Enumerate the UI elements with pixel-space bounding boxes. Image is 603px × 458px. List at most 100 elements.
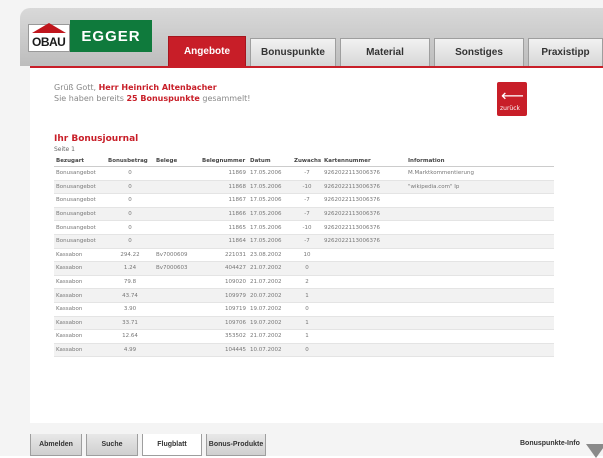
tab-flugblatt[interactable]: Flugblatt bbox=[142, 434, 202, 456]
table-cell: 11865 bbox=[200, 220, 248, 235]
table-cell: 33.71 bbox=[106, 316, 154, 331]
egger-logo: EGGER bbox=[70, 20, 152, 52]
table-cell: 19.07.2002 bbox=[248, 316, 292, 331]
obau-logo-text: OBAU bbox=[32, 35, 66, 49]
user-name: Herr Heinrich Altenbacher bbox=[98, 83, 217, 92]
table-cell: -10 bbox=[292, 180, 322, 195]
table-cell: 21.07.2002 bbox=[248, 329, 292, 344]
bonus-info-link[interactable]: Bonuspunkte-Info bbox=[520, 440, 580, 447]
col-header: Zuwachs bbox=[292, 156, 322, 167]
table-cell bbox=[322, 288, 406, 303]
table-cell: 17.05.2006 bbox=[248, 207, 292, 222]
table-cell: 9262022113006376 bbox=[322, 193, 406, 208]
table-cell bbox=[154, 234, 200, 249]
table-row: Bonusangebot 0 11866 17.05.2006 -7 9262022113… bbox=[54, 207, 554, 222]
table-cell: 17.05.2006 bbox=[248, 180, 292, 195]
table-cell: 11867 bbox=[200, 193, 248, 208]
table-cell: Bonusangebot bbox=[54, 166, 106, 181]
tab-bonuspunkte[interactable]: Bonuspunkte bbox=[250, 38, 336, 66]
table-cell: 9262022113006376 bbox=[322, 207, 406, 222]
table-cell: 79.8 bbox=[106, 275, 154, 290]
table-cell: 9262022113006376 bbox=[322, 220, 406, 235]
table-row: Kassabon 294.22 Bv7000609 221031 23.08.2002 1… bbox=[54, 248, 554, 263]
table-cell bbox=[154, 166, 200, 181]
table-row: Bonusangebot 0 11867 17.05.2006 -7 9262022113… bbox=[54, 193, 554, 208]
table-cell: 23.08.2002 bbox=[248, 248, 292, 263]
greeting: Grüß Gott, Herr Heinrich Altenbacher Sie… bbox=[54, 82, 251, 104]
table-cell: 0 bbox=[106, 207, 154, 222]
table-cell bbox=[154, 207, 200, 222]
obau-logo: OBAU bbox=[28, 23, 70, 52]
table-cell: Bonusangebot bbox=[54, 220, 106, 235]
table-row: Bonusangebot 0 11869 17.05.2006 -7 9262022113… bbox=[54, 166, 554, 181]
table-cell: Bonusangebot bbox=[54, 207, 106, 222]
greeting-prefix: Grüß Gott, bbox=[54, 83, 99, 92]
table-cell bbox=[406, 302, 554, 317]
back-button[interactable]: ⟵ zurück bbox=[497, 82, 527, 116]
table-cell: 0 bbox=[106, 166, 154, 181]
table-cell bbox=[406, 193, 554, 208]
table-cell: 20.07.2002 bbox=[248, 288, 292, 303]
table-cell: Kassabon bbox=[54, 275, 106, 290]
content-panel: Grüß Gott, Herr Heinrich Altenbacher Sie… bbox=[30, 66, 603, 458]
table-cell: 0 bbox=[106, 220, 154, 235]
table-cell: 17.05.2006 bbox=[248, 220, 292, 235]
table-cell bbox=[322, 261, 406, 276]
table-row: Bonusangebot 0 11868 17.05.2006 -10 926202211… bbox=[54, 180, 554, 195]
table-cell: "wikipedia.com" Ip bbox=[406, 180, 554, 195]
brand-logo[interactable]: OBAU EGGER bbox=[28, 20, 152, 52]
table-cell bbox=[322, 302, 406, 317]
table-cell bbox=[154, 275, 200, 290]
col-header: Bezugart bbox=[54, 156, 106, 167]
tab-angebote[interactable]: Angebote bbox=[168, 36, 246, 66]
table-cell: Bonusangebot bbox=[54, 180, 106, 195]
table-cell: 9262022113006376 bbox=[322, 234, 406, 249]
table-row: Kassabon 79.8 109020 21.07.2002 2 bbox=[54, 275, 554, 290]
table-cell: 11869 bbox=[200, 166, 248, 181]
col-header: Bonusbetrag bbox=[106, 156, 154, 167]
table-cell: -7 bbox=[292, 166, 322, 181]
bonus-journal-table: Bezugart Bonusbetrag Belege Belegnummer … bbox=[54, 156, 554, 358]
table-cell: Kassabon bbox=[54, 261, 106, 276]
tab-praxistipp[interactable]: Praxistipp bbox=[528, 38, 603, 66]
points-total: 25 Bonuspunkte bbox=[126, 94, 200, 103]
tab-bonus-produkte[interactable]: Bonus-Produkte bbox=[206, 434, 266, 456]
table-cell bbox=[322, 316, 406, 331]
table-cell: 17.05.2006 bbox=[248, 234, 292, 249]
table-cell bbox=[406, 261, 554, 276]
table-cell: 353502 bbox=[200, 329, 248, 344]
tab-suche[interactable]: Suche bbox=[86, 434, 138, 456]
table-cell: Bv7000603 bbox=[154, 261, 200, 276]
col-header: Belegnummer bbox=[200, 156, 248, 167]
table-row: Kassabon 12.64 353502 21.07.2002 1 bbox=[54, 329, 554, 344]
table-cell: 11866 bbox=[200, 207, 248, 222]
table-cell: 2 bbox=[292, 275, 322, 290]
table-cell: 104445 bbox=[200, 343, 248, 358]
table-cell: M.Marktkommentierung bbox=[406, 166, 554, 181]
table-cell bbox=[154, 329, 200, 344]
table-cell bbox=[406, 316, 554, 331]
table-cell: 109719 bbox=[200, 302, 248, 317]
table-cell: 21.07.2002 bbox=[248, 261, 292, 276]
tab-sonstiges[interactable]: Sonstiges bbox=[434, 38, 524, 66]
table-cell: -7 bbox=[292, 234, 322, 249]
table-cell: 10.07.2002 bbox=[248, 343, 292, 358]
tab-abmelden[interactable]: Abmelden bbox=[30, 434, 82, 456]
table-cell: -7 bbox=[292, 207, 322, 222]
table-cell bbox=[406, 275, 554, 290]
arrow-left-icon: ⟵ bbox=[501, 86, 524, 105]
table-cell: 9262022113006376 bbox=[322, 166, 406, 181]
table-cell: 19.07.2002 bbox=[248, 302, 292, 317]
table-cell bbox=[154, 343, 200, 358]
table-cell: 10 bbox=[292, 248, 322, 263]
table-cell bbox=[322, 248, 406, 263]
table-row: Bonusangebot 0 11865 17.05.2006 -10 926202211… bbox=[54, 220, 554, 235]
table-cell bbox=[406, 220, 554, 235]
journal-rows: Bonusangebot 0 11869 17.05.2006 -7 9262022113… bbox=[54, 166, 554, 358]
back-button-label: zurück bbox=[500, 105, 520, 112]
table-cell: -10 bbox=[292, 220, 322, 235]
tab-material[interactable]: Material bbox=[340, 38, 430, 66]
table-cell: 1 bbox=[292, 316, 322, 331]
table-cell: 17.05.2006 bbox=[248, 193, 292, 208]
table-cell bbox=[406, 248, 554, 263]
